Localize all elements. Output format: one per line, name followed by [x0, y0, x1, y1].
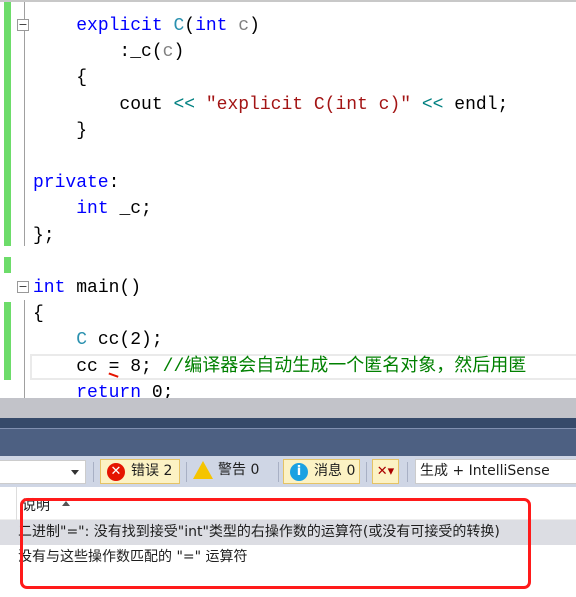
separator: [186, 462, 187, 482]
code-line[interactable]: };: [33, 223, 55, 249]
change-marker: [4, 2, 11, 246]
error-list-title-bar: [0, 429, 576, 456]
code-token: cc(2);: [97, 330, 163, 351]
code-token: };: [33, 225, 55, 246]
code-token: int: [33, 278, 77, 298]
code-token: explicit: [76, 16, 174, 36]
change-marker: [4, 302, 11, 380]
code-line[interactable]: private:: [33, 170, 119, 196]
code-token: "explicit C(int c)": [205, 94, 412, 115]
code-token: //编译器会自动生成一个匿名对象，然后用匿: [162, 356, 527, 377]
annotation-highlight-box: [20, 498, 531, 589]
code-token: int: [195, 16, 239, 36]
errors-toggle[interactable]: ✕ 错误 2: [100, 459, 180, 484]
solution-filter-dropdown[interactable]: [0, 460, 86, 484]
code-line[interactable]: :_c(c): [33, 39, 184, 65]
code-line[interactable]: }: [33, 118, 87, 144]
messages-label: 消息 0: [314, 463, 356, 479]
separator: [93, 462, 94, 482]
collapse-icon[interactable]: −: [17, 19, 29, 31]
warning-icon: [193, 461, 213, 479]
code-line[interactable]: return 0;: [33, 380, 173, 398]
code-token: c: [162, 42, 174, 63]
separator: [366, 462, 367, 482]
error-icon: ✕: [107, 463, 125, 481]
messages-toggle[interactable]: i 消息 0: [283, 459, 360, 484]
code-token: ): [249, 16, 260, 36]
code-token: <<: [173, 94, 206, 115]
code-token: main(): [76, 278, 142, 298]
code-token: ): [173, 42, 185, 63]
change-marker: [4, 257, 11, 273]
code-token: {: [33, 304, 44, 325]
column-divider[interactable]: [16, 487, 17, 520]
fold-guide: [24, 300, 25, 398]
code-editor[interactable]: − − explicit C(int c) :_c(c) { cout << "…: [0, 0, 576, 398]
chevron-down-icon: [71, 470, 79, 475]
code-token: C: [173, 16, 185, 36]
code-token: return: [76, 382, 152, 398]
code-token: <<: [411, 94, 444, 115]
warnings-label: 警告 0: [218, 462, 260, 478]
code-token: cout: [119, 94, 174, 115]
code-line[interactable]: {: [33, 65, 87, 91]
code-token: 0;: [151, 382, 174, 398]
code-line[interactable]: {: [33, 301, 44, 327]
info-icon: i: [290, 463, 308, 481]
code-token: endl;: [443, 94, 509, 115]
code-line[interactable]: int main(): [33, 275, 141, 301]
filter-button[interactable]: ✕▾: [372, 459, 399, 484]
separator: [407, 462, 408, 482]
code-token: c: [238, 16, 250, 36]
code-token: :_c(: [119, 42, 163, 63]
code-token: cc = 8;: [76, 356, 163, 377]
code-token: private: [33, 173, 109, 194]
error-list-toolbar: ✕ 错误 2 警告 0 i 消息 0 ✕▾ 生成 + IntelliSense: [0, 456, 576, 487]
separator: [278, 462, 279, 482]
code-token: int: [76, 199, 120, 220]
code-line[interactable]: explicit C(int c): [33, 13, 260, 39]
filter-icon: ✕▾: [376, 464, 395, 479]
code-token: _c;: [119, 199, 152, 220]
code-line[interactable]: cout << "explicit C(int c)" << endl;: [33, 92, 508, 118]
horizontal-scrollbar[interactable]: [0, 398, 576, 418]
code-token: (: [184, 16, 196, 36]
warnings-toggle[interactable]: 警告 0: [188, 459, 268, 484]
code-token: }: [76, 120, 88, 141]
code-token: :: [108, 173, 120, 194]
scope-dropdown[interactable]: 生成 + IntelliSense: [415, 459, 576, 484]
errors-label: 错误 2: [131, 463, 173, 479]
code-token: {: [76, 68, 88, 89]
code-token: C: [76, 330, 98, 351]
code-line[interactable]: C cc(2);: [33, 327, 163, 353]
fold-guide: [24, 2, 25, 246]
splitter[interactable]: [0, 418, 576, 429]
code-line[interactable]: int _c;: [33, 196, 152, 222]
collapse-icon[interactable]: −: [17, 281, 29, 293]
